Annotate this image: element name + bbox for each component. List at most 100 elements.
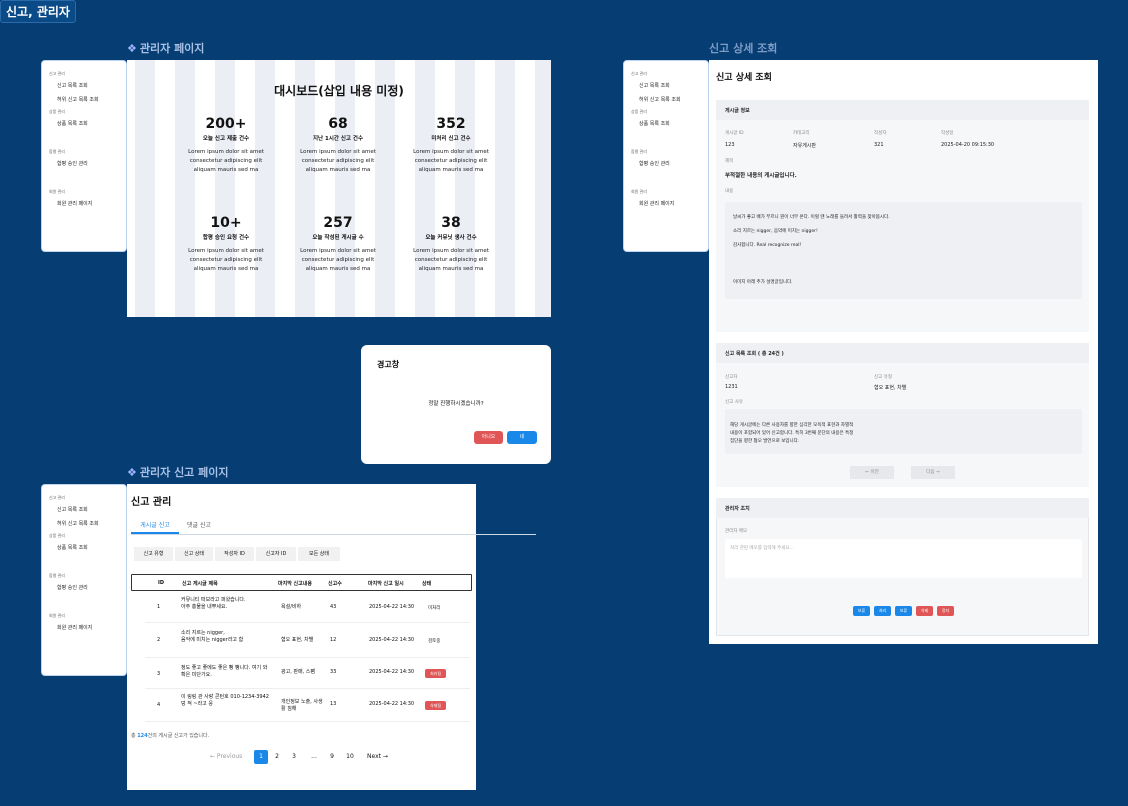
- field-label: 신고 사유: [725, 400, 743, 405]
- stat-label: 지난 1시간 신고 건수: [312, 136, 364, 142]
- page-2[interactable]: 2: [270, 750, 284, 764]
- stat-label: 미처리 신고 건수: [431, 136, 471, 142]
- total-count-text: 총 124건의 게시글 신고가 있습니다.: [131, 733, 210, 739]
- column-header-count: 신고수: [328, 581, 342, 587]
- admin-memo-placeholder: 처리 관련 메모를 입력해 주세요...: [730, 546, 794, 551]
- page-title: 신고 상세 조회: [716, 73, 772, 83]
- sidebar-section: 신고 관리: [49, 495, 65, 500]
- field-label: 작성일: [941, 131, 954, 136]
- cell-count: 13: [330, 701, 337, 707]
- tab-comment-report[interactable]: 댓글 신고: [181, 520, 217, 529]
- hold-button[interactable]: 보류: [853, 606, 870, 616]
- field-label: 신고 유형: [874, 375, 892, 380]
- field-value: 2025-04-20 09:15:30: [941, 142, 995, 148]
- previous-report-button[interactable]: ← 이전: [850, 466, 894, 479]
- filter-author-id[interactable]: 작성자 ID: [215, 547, 254, 561]
- hold-button-secondary[interactable]: 보류: [895, 606, 912, 616]
- post-content: 날씨가 좋고 배가 부르니 뭔이 너무 온다. 이럴 땐 노래를 들려서 활력을…: [733, 215, 890, 285]
- confirm-button[interactable]: 네: [507, 431, 537, 444]
- cell-id: 4: [157, 702, 161, 708]
- field-label: 내용: [725, 189, 734, 194]
- cell-date: 2025-04-22 14:30: [369, 701, 415, 707]
- canvas-title: 신고, 관리자: [0, 0, 76, 23]
- stat-card: 257 오늘 작성된 게시글 수 Lorem ipsum dolor sit a…: [284, 215, 392, 274]
- pagination-next[interactable]: Next →: [367, 753, 388, 760]
- field-label: 카테고리: [793, 131, 810, 136]
- sidebar-item-report-list[interactable]: 신고 목록 조회: [628, 79, 704, 93]
- modal-title: 경고창: [377, 360, 400, 369]
- stat-number: 200+: [205, 116, 247, 132]
- sidebar-item-product-list[interactable]: 상품 목록 조회: [628, 117, 704, 131]
- column-header-date: 마지막 신고 일시: [368, 581, 404, 587]
- sidebar-item-member-page[interactable]: 회원 관리 페이지: [628, 197, 704, 211]
- page-1[interactable]: 1: [254, 750, 268, 764]
- page-10[interactable]: 10: [343, 750, 357, 764]
- status-badge: 처리됨: [425, 669, 446, 678]
- page-3[interactable]: 3: [287, 750, 301, 764]
- warning-modal: 경고창 정말 진행하시겠습니까? 아니오 네: [361, 345, 551, 464]
- filter-report-status[interactable]: 신고 상태: [175, 547, 213, 561]
- cancel-button[interactable]: 아니오: [474, 431, 503, 444]
- stat-description: Lorem ipsum dolor sit amet consectetur ad…: [413, 248, 489, 272]
- page-9[interactable]: 9: [325, 750, 339, 764]
- sidebar-item-report-list[interactable]: 신고 목록 조회: [46, 79, 122, 93]
- sidebar-item-member-page[interactable]: 회원 관리 페이지: [46, 621, 122, 635]
- frame-label-report: ❖ 관리자 신고 페이지: [127, 466, 229, 479]
- sidebar-item-review-approval[interactable]: 합평 승인 관리: [46, 157, 122, 171]
- sidebar-item-product-list[interactable]: 상품 목록 조회: [46, 117, 122, 131]
- sidebar: 신고 관리 신고 목록 조회 허위 신고 목록 조회 상품 관리 상품 목록 조…: [41, 60, 127, 252]
- process-button[interactable]: 처리: [874, 606, 891, 616]
- filter-report-type[interactable]: 신고 유형: [134, 547, 173, 561]
- cell-count: 33: [330, 669, 337, 675]
- stat-description: Lorem ipsum dolor sit amet consectetur ad…: [300, 248, 376, 272]
- post-subject: 부적절한 내용의 게시글입니다.: [725, 173, 797, 179]
- next-report-button[interactable]: 다음 →: [911, 466, 955, 479]
- dashboard-panel: 대시보드(삽입 내용 미정) 200+ 오늘 신고 제출 건수 Lorem ip…: [127, 60, 551, 317]
- field-label: 신고자: [725, 375, 738, 380]
- sidebar-item-report-list[interactable]: 신고 목록 조회: [46, 503, 122, 517]
- stat-label: 합평 승인 요청 건수: [202, 235, 250, 241]
- cell-count: 43: [330, 604, 337, 610]
- section-title: 관리자 조치: [725, 506, 750, 512]
- frame-label-detail: 신고 상세 조회: [709, 42, 778, 55]
- cell-status: 검토중: [428, 639, 441, 644]
- cell-id: 3: [157, 671, 161, 677]
- filter-reporter-id[interactable]: 신고자 ID: [256, 547, 296, 561]
- cell-count: 12: [330, 637, 337, 643]
- column-header-title: 신고 게시글 제목: [182, 581, 218, 587]
- sidebar-item-product-list[interactable]: 상품 목록 조회: [46, 541, 122, 555]
- stat-number: 352: [436, 116, 466, 132]
- column-header-content: 마지막 신고내용: [278, 581, 312, 587]
- delete-button[interactable]: 삭제: [916, 606, 933, 616]
- sidebar-section: 합평 관리: [49, 573, 65, 578]
- column-header-id: ID: [158, 580, 165, 586]
- pagination-previous[interactable]: ← Previous: [210, 753, 242, 760]
- sidebar-item-member-page[interactable]: 회원 관리 페이지: [46, 197, 122, 211]
- cell-title: 정도 좋고 좋에도 좋은 뻥 뻥니다. 여기 와 확은 미단가요.: [181, 665, 268, 678]
- sidebar-item-false-report[interactable]: 허위 신고 목록 조회: [46, 517, 122, 531]
- cell-date: 2025-04-22 14:30: [369, 669, 415, 675]
- column-header-status: 상태: [422, 581, 432, 587]
- tab-post-report[interactable]: 게시글 신고: [131, 520, 179, 529]
- stat-label: 오늘 커뮤닛 생사 건수: [425, 235, 477, 241]
- sidebar-section: 상품 관리: [49, 109, 65, 114]
- sidebar-item-review-approval[interactable]: 합평 승인 관리: [628, 157, 704, 171]
- filter-all-status[interactable]: 모든 상태: [298, 547, 340, 561]
- sidebar-section: 신고 관리: [631, 71, 647, 76]
- admin-action-header: [716, 498, 1089, 518]
- section-title: 게시글 정보: [725, 108, 750, 114]
- sidebar-section: 회원 관리: [49, 613, 65, 618]
- suspend-button[interactable]: 정지: [937, 606, 954, 616]
- sidebar-section: 회원 관리: [49, 189, 65, 194]
- stat-card: 68 지난 1시간 신고 건수 Lorem ipsum dolor sit am…: [284, 116, 392, 175]
- cell-title: 커뮤니티 떠보라고 퍼왔습니다. 아주 흥물을 내뿌세요.: [181, 597, 246, 610]
- stat-number: 38: [441, 215, 461, 231]
- sidebar-item-false-report[interactable]: 허위 신고 목록 조회: [628, 93, 704, 107]
- sidebar-item-false-report[interactable]: 허위 신고 목록 조회: [46, 93, 122, 107]
- stat-description: Lorem ipsum dolor sit amet consectetur ad…: [188, 149, 264, 173]
- stat-label: 오늘 신고 제출 건수: [202, 136, 250, 142]
- cell-content: 욕설/비하: [281, 604, 302, 610]
- sidebar-item-review-approval[interactable]: 합평 승인 관리: [46, 581, 122, 595]
- stat-label: 오늘 작성된 게시글 수: [312, 235, 364, 241]
- cell-content: 광고, 판매, 스팸: [281, 669, 315, 675]
